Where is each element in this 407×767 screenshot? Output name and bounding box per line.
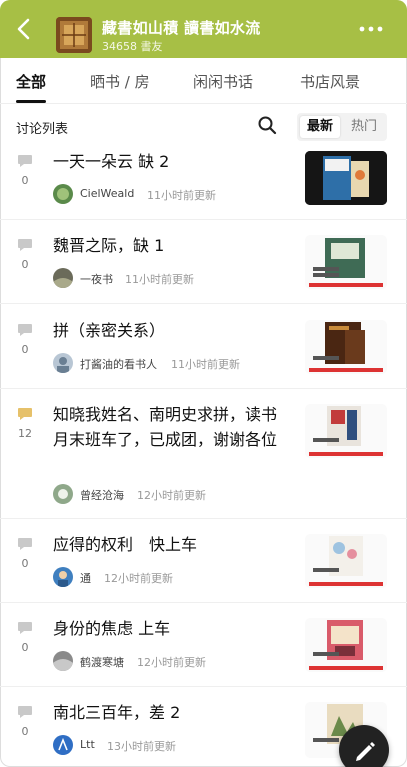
post-thumbnail[interactable] [305,320,387,374]
comment-count: 12 [18,427,32,440]
comment-icon [18,538,32,550]
post-title[interactable]: 拼（亲密关系） [53,318,289,343]
avatar[interactable] [53,268,73,288]
comment-count: 0 [21,641,29,654]
avatar[interactable] [53,735,73,755]
sort-hot-button[interactable]: 热门 [344,116,384,138]
more-icon[interactable] [357,22,385,36]
post-author[interactable]: 通 [80,570,91,586]
active-tab-indicator [16,100,46,103]
category-tabs: 全部 晒书 / 房 闲闲书话 书店风景 [0,58,407,104]
post-time: 12小时前更新 [137,656,206,669]
post-time: 11小时前更新 [147,189,216,202]
comment-count: 0 [21,174,29,187]
list-toolbar: 讨论列表 最新 热门 [0,104,407,148]
post-time: 13小时前更新 [107,740,176,753]
post-item[interactable]: 0 拼（亲密关系） 打酱油的看书人 11小时前更新 [0,317,407,389]
post-author[interactable]: 打酱油的看书人 [80,356,157,372]
comment-icon [18,622,32,634]
post-author[interactable]: Ltt [80,738,95,751]
tab-bookstore[interactable]: 书店风景 [300,71,360,92]
comment-icon [18,155,32,167]
post-author[interactable]: 一夜书 [80,271,113,287]
post-title[interactable]: 南北三百年，差 2 [53,700,289,725]
post-title[interactable]: 知晓我姓名、南明史求拼，读书月末班车了，已成团，谢谢各位 [53,402,289,452]
post-title[interactable]: 魏晋之际，缺 1 [53,233,289,258]
group-title: 藏書如山積 讀書如水流 [102,19,261,37]
post-thumbnail[interactable] [305,618,387,672]
sort-latest-button[interactable]: 最新 [300,116,340,138]
post-item[interactable]: 0 魏晋之际，缺 1 一夜书 11小时前更新 [0,232,407,304]
comment-icon [18,408,32,420]
tab-all[interactable]: 全部 [16,71,46,92]
post-thumbnail[interactable] [305,534,387,588]
group-header: 藏書如山積 讀書如水流 34658 書友 [0,0,407,58]
comment-icon [18,706,32,718]
post-thumbnail[interactable] [305,235,387,289]
post-title[interactable]: 应得的权利 快上车 [53,532,289,557]
post-thumbnail[interactable] [305,151,387,205]
sort-toggle: 最新 热门 [297,113,387,141]
avatar[interactable] [53,353,73,373]
member-count: 34658 書友 [102,40,163,53]
compose-button[interactable] [339,725,389,767]
post-author[interactable]: 曾经沧海 [80,487,124,503]
comment-count: 0 [21,557,29,570]
post-item[interactable]: 0 身份的焦虑 上车 鹤渡寒塘 12小时前更新 [0,615,407,687]
post-time: 11小时前更新 [125,273,194,286]
comment-count: 0 [21,725,29,738]
group-avatar[interactable] [56,17,92,53]
comment-icon [18,239,32,251]
pencil-icon [356,742,375,761]
post-author[interactable]: CielWeald [80,187,134,200]
comment-icon [18,324,32,336]
post-item[interactable]: 0 应得的权利 快上车 通 12小时前更新 [0,531,407,603]
post-thumbnail[interactable] [305,404,387,458]
post-time: 12小时前更新 [137,489,206,502]
avatar[interactable] [53,184,73,204]
post-item[interactable]: 12 知晓我姓名、南明史求拼，读书月末班车了，已成团，谢谢各位 曾经沧海 12小… [0,401,407,519]
back-icon[interactable] [10,14,38,44]
post-title[interactable]: 一天一朵云 缺 2 [53,149,289,174]
tab-book-showcase[interactable]: 晒书 / 房 [90,71,150,92]
comment-count: 0 [21,258,29,271]
search-icon[interactable] [256,114,278,136]
avatar[interactable] [53,484,73,504]
post-author[interactable]: 鹤渡寒塘 [80,654,124,670]
post-title[interactable]: 身份的焦虑 上车 [53,616,289,641]
avatar[interactable] [53,651,73,671]
post-time: 12小时前更新 [104,572,173,585]
avatar[interactable] [53,567,73,587]
post-item[interactable]: 0 一天一朵云 缺 2 CielWeald 11小时前更新 [0,148,407,220]
tab-book-chat[interactable]: 闲闲书话 [193,71,253,92]
app-screen: 藏書如山積 讀書如水流 34658 書友 全部 晒书 / 房 闲闲书话 书店风景… [0,0,407,767]
comment-count: 0 [21,343,29,356]
list-title: 讨论列表 [16,122,69,137]
post-time: 11小时前更新 [171,358,240,371]
